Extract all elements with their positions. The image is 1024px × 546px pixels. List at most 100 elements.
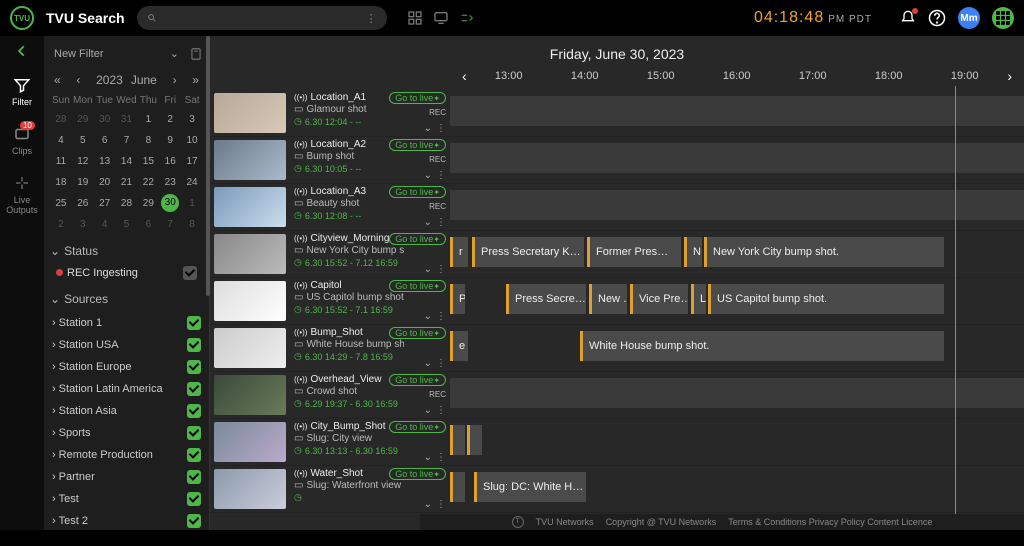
cal-day[interactable]: 9	[159, 131, 181, 150]
playhead[interactable]	[955, 86, 956, 514]
go-to-live-button[interactable]: Go to live✦	[389, 468, 446, 480]
cal-day[interactable]: 8	[181, 215, 203, 234]
save-filter-icon[interactable]	[189, 47, 203, 61]
more-icon[interactable]: ⋮	[436, 217, 446, 228]
cal-day[interactable]: 29	[72, 110, 94, 129]
cal-day[interactable]: 7	[159, 215, 181, 234]
timeline-block[interactable]: Vice Pre…	[630, 284, 688, 314]
source-item[interactable]: ›Station Europe	[50, 356, 203, 378]
source-item[interactable]: ›Test	[50, 488, 203, 510]
cal-day[interactable]: 29	[137, 194, 159, 213]
cal-day[interactable]: 30	[94, 110, 116, 129]
track[interactable]: rPress Secretary K…Former Pres…N…New Yor…	[450, 231, 1024, 277]
timeline-block[interactable]: Former Pres…	[587, 237, 681, 267]
apps-icon[interactable]	[992, 7, 1014, 29]
thumbnail[interactable]	[214, 234, 286, 274]
cal-day[interactable]: 26	[72, 194, 94, 213]
cal-day[interactable]: 28	[50, 110, 72, 129]
cal-day[interactable]: 16	[159, 152, 181, 171]
source-toggle[interactable]	[187, 404, 201, 418]
more-icon[interactable]: ⋮	[436, 452, 446, 463]
timeline-block[interactable]: r	[450, 237, 468, 267]
timeline-block[interactable]: New …	[589, 284, 627, 314]
source-toggle[interactable]	[187, 514, 201, 528]
cal-day[interactable]: 4	[94, 215, 116, 234]
cal-day[interactable]: 11	[50, 152, 72, 171]
more-icon[interactable]: ⋮	[436, 264, 446, 275]
cal-day[interactable]: 30	[161, 194, 179, 212]
cal-day[interactable]: 21	[116, 173, 138, 192]
thumbnail[interactable]	[214, 375, 286, 415]
go-to-live-button[interactable]: Go to live✦	[389, 280, 446, 292]
go-to-live-button[interactable]: Go to live✦	[389, 421, 446, 433]
cal-day[interactable]: 13	[94, 152, 116, 171]
cal-day[interactable]: 10	[181, 131, 203, 150]
cal-day[interactable]: 17	[181, 152, 203, 171]
source-toggle[interactable]	[187, 470, 201, 484]
track[interactable]	[450, 419, 1024, 465]
timeline-block[interactable]: US Capitol bump shot.	[708, 284, 944, 314]
notifications-icon[interactable]	[900, 10, 916, 26]
timeline-block[interactable]	[450, 190, 1024, 220]
source-toggle[interactable]	[187, 382, 201, 396]
timeline-next[interactable]: ›	[1003, 68, 1016, 84]
timeline-block[interactable]: P.	[450, 284, 465, 314]
go-to-live-button[interactable]: Go to live✦	[389, 92, 446, 104]
cal-day[interactable]: 24	[181, 173, 203, 192]
user-avatar[interactable]: Mm	[958, 7, 980, 29]
timeline-block[interactable]	[467, 425, 482, 455]
track[interactable]	[450, 90, 1024, 136]
thumbnail[interactable]	[214, 281, 286, 321]
thumbnail[interactable]	[214, 422, 286, 462]
more-icon[interactable]: ⋮	[436, 499, 446, 510]
cal-day[interactable]: 28	[116, 194, 138, 213]
cal-day[interactable]: 23	[159, 173, 181, 192]
nav-filter[interactable]: Filter	[12, 76, 32, 107]
expand-icon[interactable]: ⌄	[424, 264, 432, 275]
link-icon[interactable]	[459, 10, 475, 26]
timeline-block[interactable]: N…	[684, 237, 702, 267]
footer-link[interactable]: Terms & Conditions	[728, 517, 806, 527]
expand-icon[interactable]: ⌄	[424, 217, 432, 228]
go-to-live-button[interactable]: Go to live✦	[389, 139, 446, 151]
cal-day[interactable]: 1	[137, 110, 159, 129]
cal-day[interactable]: 8	[137, 131, 159, 150]
expand-icon[interactable]: ⌄	[424, 170, 432, 181]
cal-day[interactable]: 5	[116, 215, 138, 234]
status-rec-toggle[interactable]	[183, 266, 197, 280]
sources-header[interactable]: ⌄Sources	[50, 292, 203, 306]
source-item[interactable]: ›Station Asia	[50, 400, 203, 422]
search-more-icon[interactable]: ⋮	[366, 12, 377, 25]
source-toggle[interactable]	[187, 338, 201, 352]
thumbnail[interactable]	[214, 140, 286, 180]
source-item[interactable]: ›Station 1	[50, 312, 203, 334]
cal-next-year[interactable]: »	[192, 73, 199, 87]
footer-link[interactable]: Content Licence	[867, 517, 932, 527]
cal-day[interactable]: 22	[137, 173, 159, 192]
expand-icon[interactable]: ⌄	[424, 405, 432, 416]
go-to-live-button[interactable]: Go to live✦	[389, 374, 446, 386]
track[interactable]	[450, 137, 1024, 183]
cal-day[interactable]: 18	[50, 173, 72, 192]
expand-icon[interactable]: ⌄	[424, 311, 432, 322]
expand-icon[interactable]: ⌄	[424, 358, 432, 369]
go-to-live-button[interactable]: Go to live✦	[389, 233, 446, 245]
timeline-block[interactable]: New York City bump shot.	[704, 237, 944, 267]
cal-day[interactable]: 5	[72, 131, 94, 150]
sidebar-scrollbar[interactable]	[206, 36, 210, 296]
source-item[interactable]: ›Sports	[50, 422, 203, 444]
status-header[interactable]: ⌄Status	[50, 244, 203, 258]
source-toggle[interactable]	[187, 360, 201, 374]
source-item[interactable]: ›Station Latin America	[50, 378, 203, 400]
track[interactable]	[450, 184, 1024, 230]
more-icon[interactable]: ⋮	[436, 170, 446, 181]
cal-day[interactable]: 6	[137, 215, 159, 234]
help-icon[interactable]	[928, 9, 946, 27]
cal-day[interactable]: 1	[181, 194, 203, 213]
track[interactable]: eWhite House bump shot.	[450, 325, 1024, 371]
search-bar[interactable]: ⋮	[137, 6, 387, 30]
source-toggle[interactable]	[187, 316, 201, 330]
more-icon[interactable]: ⋮	[436, 405, 446, 416]
expand-icon[interactable]: ⌄	[424, 452, 432, 463]
monitor-icon[interactable]	[433, 10, 449, 26]
